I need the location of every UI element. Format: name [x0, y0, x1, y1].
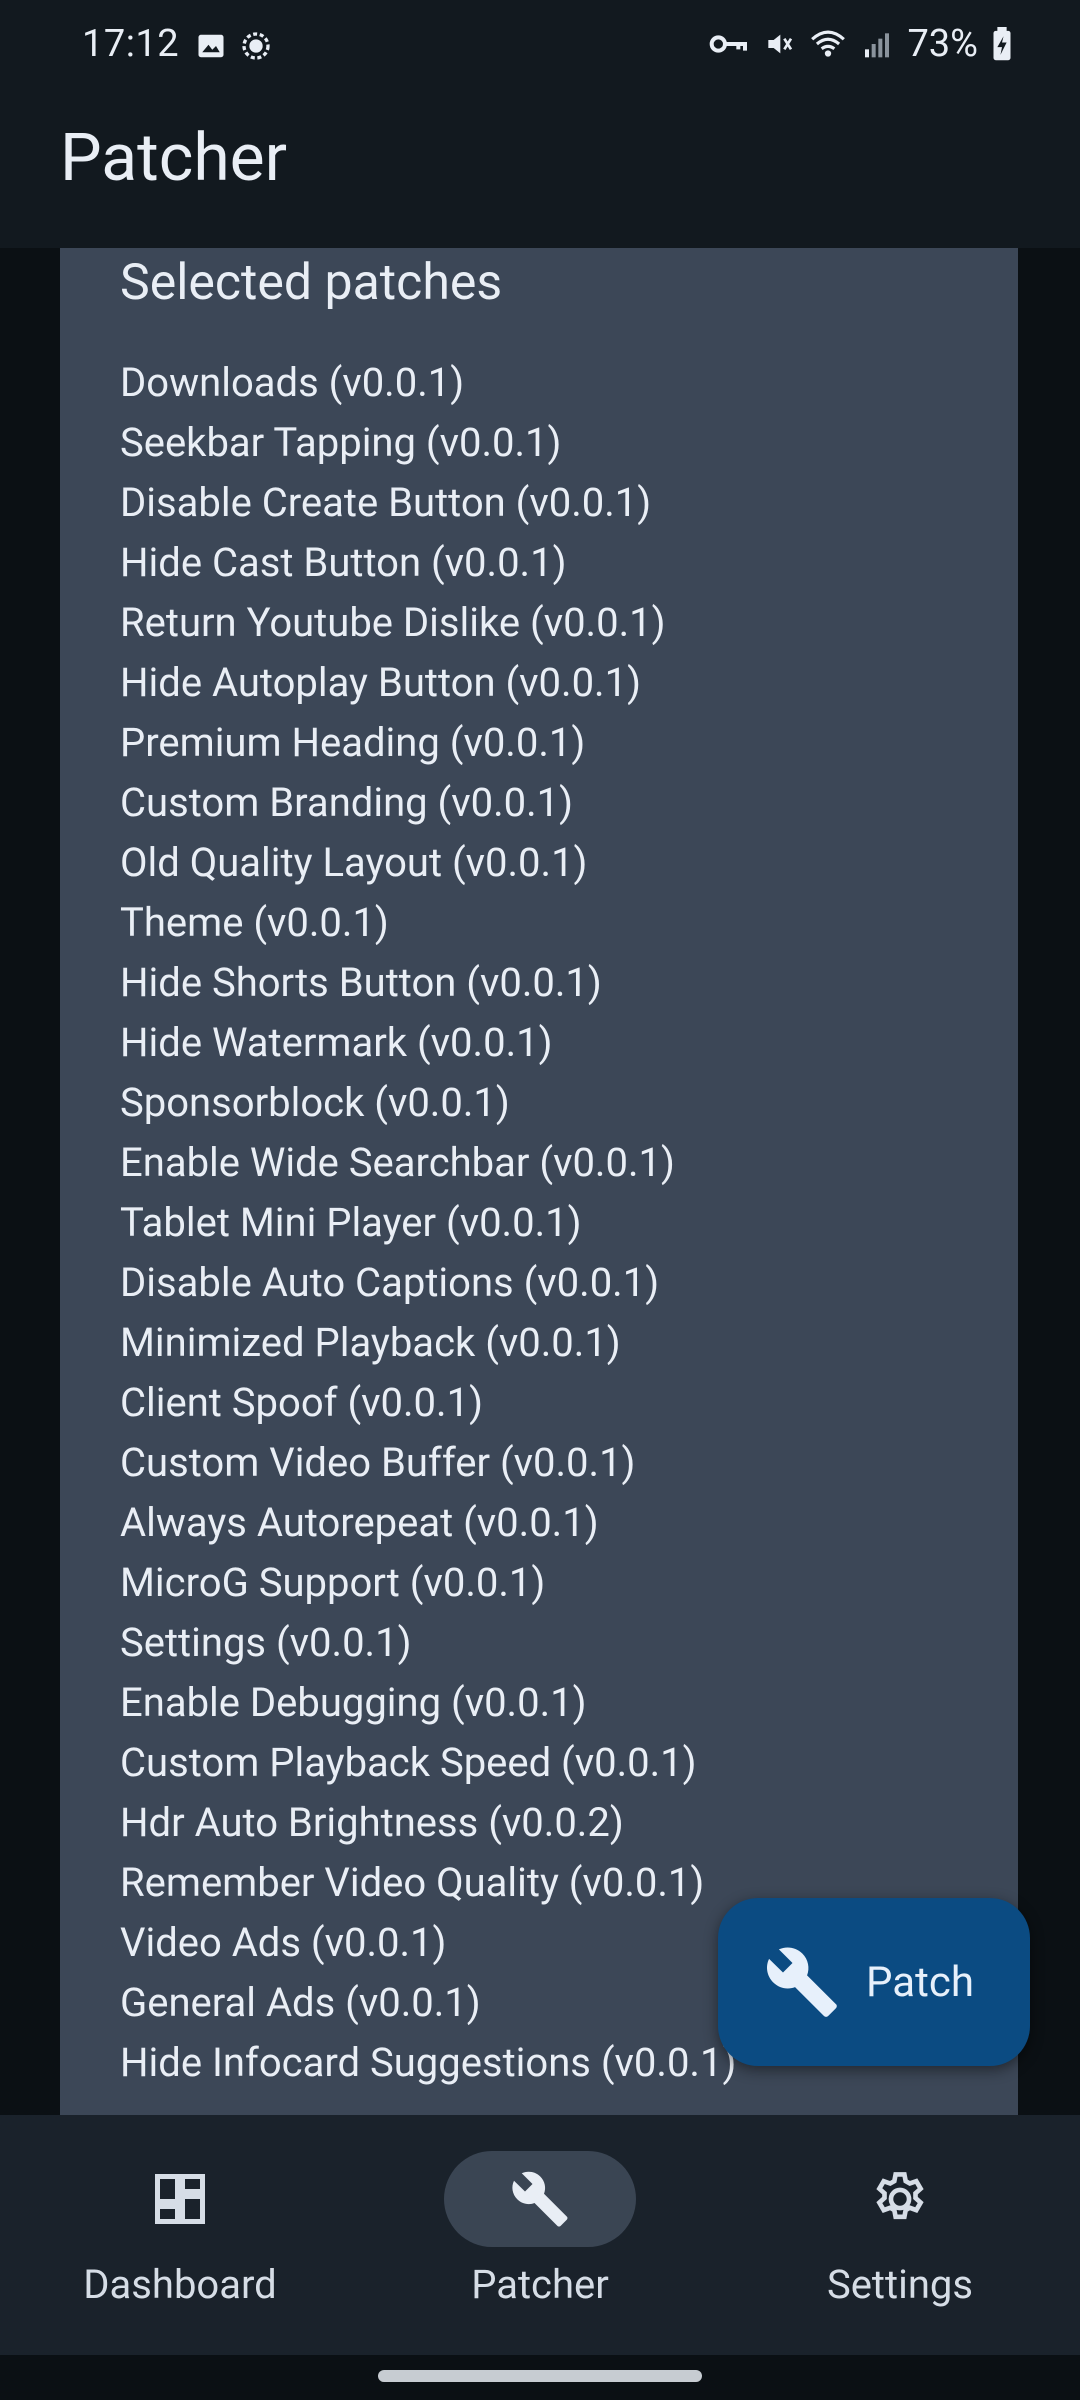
- patch-list-item: Hide Infocard Suggestions (v0.0.1): [120, 2039, 737, 2086]
- patch-list-item: Always Autorepeat (v0.0.1): [120, 1499, 599, 1546]
- page-title: Patcher: [60, 120, 288, 197]
- status-bar: 17:12 73%: [0, 0, 1080, 100]
- patch-list-item: Disable Auto Captions (v0.0.1): [120, 1259, 660, 1306]
- patch-list-item: Disable Create Button (v0.0.1): [120, 479, 652, 526]
- nav-indicator: [804, 2151, 996, 2247]
- wrench-icon: [512, 2171, 568, 2227]
- status-right: 73%: [709, 22, 1012, 66]
- patch-list-item: Settings (v0.0.1): [120, 1619, 412, 1666]
- patch-list-item: MicroG Support (v0.0.1): [120, 1559, 546, 1606]
- nav-item-dashboard[interactable]: Dashboard: [50, 2151, 310, 2308]
- patch-list-item: Theme (v0.0.1): [120, 899, 389, 946]
- patch-list-item: Seekbar Tapping (v0.0.1): [120, 419, 562, 466]
- patch-list-item: Premium Heading (v0.0.1): [120, 719, 586, 766]
- patch-list-item: General Ads (v0.0.1): [120, 1979, 481, 2026]
- wrench-icon: [767, 1947, 837, 2017]
- gesture-handle[interactable]: [378, 2370, 702, 2382]
- patch-list-item: Old Quality Layout (v0.0.1): [120, 839, 588, 886]
- patch-list-item: Hide Watermark (v0.0.1): [120, 1019, 553, 1066]
- nav-indicator-active: [444, 2151, 636, 2247]
- patch-list-item: Return Youtube Dislike (v0.0.1): [120, 599, 666, 646]
- patch-list-item: Sponsorblock (v0.0.1): [120, 1079, 510, 1126]
- patch-list-item: Custom Video Buffer (v0.0.1): [120, 1439, 636, 1486]
- patch-list-item: Hide Autoplay Button (v0.0.1): [120, 659, 641, 706]
- status-time: 17:12: [82, 22, 180, 66]
- gear-icon: [876, 2172, 924, 2220]
- patch-list-item: Hide Cast Button (v0.0.1): [120, 539, 567, 586]
- patch-list-item: Custom Playback Speed (v0.0.1): [120, 1739, 697, 1786]
- patch-list-item: Tablet Mini Player (v0.0.1): [120, 1199, 582, 1246]
- patch-list: Downloads (v0.0.1) Seekbar Tapping (v0.0.…: [120, 353, 736, 2093]
- selected-patches-card: Selected patches Downloads (v0.0.1) Seekb…: [60, 248, 1018, 2115]
- patch-list-item: Hide Shorts Button (v0.0.1): [120, 959, 602, 1006]
- nav-label-dashboard: Dashboard: [83, 2261, 277, 2308]
- signal-icon: [865, 33, 890, 58]
- nav-item-patcher[interactable]: Patcher: [410, 2151, 670, 2308]
- wifi-icon: [811, 30, 846, 57]
- patch-button-label: Patch: [866, 1957, 974, 2007]
- patch-list-item: Hdr Auto Brightness (v0.0.2): [120, 1799, 624, 1846]
- patch-list-item: Video Ads (v0.0.1): [120, 1919, 447, 1966]
- sync-icon: [242, 32, 270, 60]
- nav-indicator: [84, 2151, 276, 2247]
- battery-icon: [993, 27, 1011, 61]
- patch-button[interactable]: Patch: [718, 1898, 1030, 2066]
- patch-list-item: Custom Branding (v0.0.1): [120, 779, 574, 826]
- patch-list-item: Enable Wide Searchbar (v0.0.1): [120, 1139, 675, 1186]
- patch-list-item: Remember Video Quality (v0.0.1): [120, 1859, 705, 1906]
- dashboard-icon: [155, 2174, 205, 2224]
- top-app-bar: Patcher: [0, 100, 1080, 248]
- vpn-key-icon: [710, 35, 748, 53]
- bottom-navigation: Dashboard Patcher Settings: [0, 2115, 1080, 2355]
- main-content[interactable]: Selected patches Downloads (v0.0.1) Seekb…: [0, 248, 1080, 2115]
- mute-icon: [768, 34, 793, 54]
- nav-label-patcher: Patcher: [471, 2261, 609, 2308]
- status-left-icons: [196, 30, 272, 62]
- patch-list-item: Downloads (v0.0.1): [120, 359, 465, 406]
- nav-label-settings: Settings: [826, 2261, 974, 2308]
- patch-list-item: Client Spoof (v0.0.1): [120, 1379, 483, 1426]
- image-icon: [198, 34, 224, 58]
- card-title: Selected patches: [120, 254, 503, 312]
- patch-list-item: Enable Debugging (v0.0.1): [120, 1679, 587, 1726]
- nav-item-settings[interactable]: Settings: [770, 2151, 1030, 2308]
- patch-list-item: Minimized Playback (v0.0.1): [120, 1319, 621, 1366]
- battery-percent: 73%: [907, 22, 978, 66]
